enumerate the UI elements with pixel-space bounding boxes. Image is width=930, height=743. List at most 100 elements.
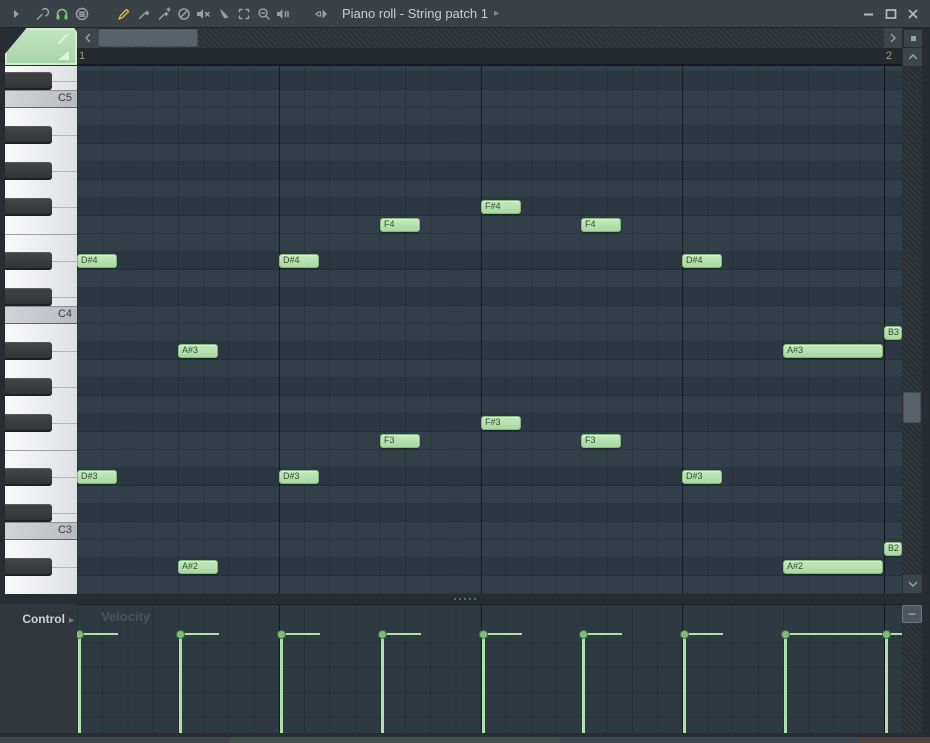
key-A#4[interactable]: [5, 126, 52, 144]
note-D#3[interactable]: D#3: [682, 470, 722, 484]
note-A#3[interactable]: A#3: [783, 344, 883, 358]
velocity-tail: [482, 633, 522, 635]
velocity-stem[interactable]: [482, 634, 485, 733]
velocity-handle[interactable]: [781, 630, 790, 639]
velocity-handle[interactable]: [277, 630, 286, 639]
note-F3[interactable]: F3: [581, 434, 621, 448]
wrench-icon[interactable]: [32, 4, 52, 24]
square-dot-icon: [911, 36, 916, 41]
note-A#3[interactable]: A#3: [178, 344, 218, 358]
ruler-bar-2: 2: [886, 48, 892, 64]
vertical-scroll-thumb[interactable]: [903, 392, 921, 423]
control-scrollbar-track[interactable]: [902, 623, 922, 733]
zoom-icon[interactable]: [254, 4, 274, 24]
note-F4[interactable]: F4: [581, 218, 621, 232]
maximize-button[interactable]: [882, 5, 900, 23]
options-menu-icon[interactable]: [72, 4, 92, 24]
select-icon[interactable]: [234, 4, 254, 24]
note-F#3[interactable]: F#3: [481, 416, 521, 430]
note-grid[interactable]: D#4 D#3 A#3 A#2 D#4 D#3 F4 F3 F#4 F#3 F4 F3 D#4 D#3 A#…: [77, 66, 902, 594]
close-button[interactable]: [904, 5, 922, 23]
background-window-sliver: [860, 737, 930, 743]
key-C#3[interactable]: [5, 504, 52, 522]
note-D#3[interactable]: D#3: [279, 470, 319, 484]
scroll-up-button[interactable]: [903, 48, 922, 66]
note-D#3[interactable]: D#3: [77, 470, 117, 484]
key-A#2[interactable]: [5, 558, 52, 576]
key-F#4[interactable]: [5, 198, 52, 216]
velocity-stem[interactable]: [885, 634, 888, 733]
velocity-stem[interactable]: [179, 634, 182, 733]
note-D#4[interactable]: D#4: [279, 254, 319, 268]
key-C#5[interactable]: [5, 72, 52, 90]
playback-icon[interactable]: [274, 4, 294, 24]
velocity-stem[interactable]: [582, 634, 585, 733]
vertical-scrollbar-track[interactable]: [902, 66, 922, 575]
note-D#4[interactable]: D#4: [77, 254, 117, 268]
key-C#4[interactable]: [5, 288, 52, 306]
white-key-separator: [52, 171, 77, 172]
white-key-separator: [52, 567, 77, 568]
scroll-left-button[interactable]: [77, 28, 98, 48]
note-B3[interactable]: B3: [884, 326, 902, 340]
window-title[interactable]: Piano roll - String patch 1: [342, 6, 488, 21]
collapse-control-button[interactable]: –: [902, 605, 922, 623]
timeline-ruler[interactable]: 12: [77, 48, 902, 66]
velocity-handle[interactable]: [479, 630, 488, 639]
key-D#3[interactable]: [5, 468, 52, 486]
note-F#4[interactable]: F#4: [481, 200, 521, 214]
paint-brush-icon[interactable]: [134, 4, 154, 24]
note-A#2[interactable]: A#2: [178, 560, 218, 574]
key-C5[interactable]: C5: [5, 90, 77, 108]
mute-icon[interactable]: [194, 4, 214, 24]
key-A#3[interactable]: [5, 342, 52, 360]
panel-splitter[interactable]: [0, 594, 930, 604]
horizontal-scrollbar[interactable]: [77, 28, 902, 48]
draw-pencil-icon[interactable]: [114, 4, 134, 24]
velocity-panel[interactable]: Velocity: [77, 604, 902, 733]
key-D#4[interactable]: [5, 252, 52, 270]
note-F4[interactable]: F4: [380, 218, 420, 232]
scroll-down-button[interactable]: [903, 575, 922, 593]
key-C4[interactable]: C4: [5, 306, 77, 324]
velocity-stem[interactable]: [280, 634, 283, 733]
note-A#2[interactable]: A#2: [783, 560, 883, 574]
white-key-separator: [52, 477, 77, 478]
menu-arrow-icon[interactable]: [6, 4, 26, 24]
paint-brush-add-icon[interactable]: [154, 4, 174, 24]
beat-line: [682, 66, 683, 594]
keyboard-keys[interactable]: C5 C4 C3: [5, 66, 77, 594]
velocity-handle[interactable]: [378, 630, 387, 639]
minimize-button[interactable]: [860, 5, 878, 23]
velocity-stem[interactable]: [381, 634, 384, 733]
velocity-handle[interactable]: [579, 630, 588, 639]
piano-roll-corner-menu[interactable]: [5, 28, 77, 65]
velocity-handle[interactable]: [176, 630, 185, 639]
velocity-stem[interactable]: [78, 634, 81, 733]
control-label: Control: [22, 612, 65, 626]
title-menu-arrow-icon[interactable]: ▸: [494, 8, 499, 19]
note-B2[interactable]: B2: [884, 542, 902, 556]
note-F3[interactable]: F3: [380, 434, 420, 448]
velocity-stem[interactable]: [784, 634, 787, 733]
velocity-tail: [582, 633, 622, 635]
control-target-selector[interactable]: Control▸: [0, 604, 77, 733]
slice-icon[interactable]: [214, 4, 234, 24]
scroll-size-button[interactable]: [904, 30, 922, 47]
headphones-icon[interactable]: [52, 4, 72, 24]
preview-speaker-icon[interactable]: [312, 4, 332, 24]
velocity-handle[interactable]: [680, 630, 689, 639]
scroll-right-button[interactable]: [884, 28, 902, 48]
velocity-stem[interactable]: [683, 634, 686, 733]
key-G#3[interactable]: [5, 378, 52, 396]
delete-icon[interactable]: [174, 4, 194, 24]
key-G#4[interactable]: [5, 162, 52, 180]
white-key-separator: [52, 207, 77, 208]
key-C3[interactable]: C3: [5, 522, 77, 540]
ef-key-separator: [5, 234, 77, 235]
key-F#3[interactable]: [5, 414, 52, 432]
velocity-handle[interactable]: [882, 630, 891, 639]
horizontal-scroll-thumb[interactable]: [98, 29, 198, 47]
note-D#4[interactable]: D#4: [682, 254, 722, 268]
ef-key-separator: [5, 450, 77, 451]
